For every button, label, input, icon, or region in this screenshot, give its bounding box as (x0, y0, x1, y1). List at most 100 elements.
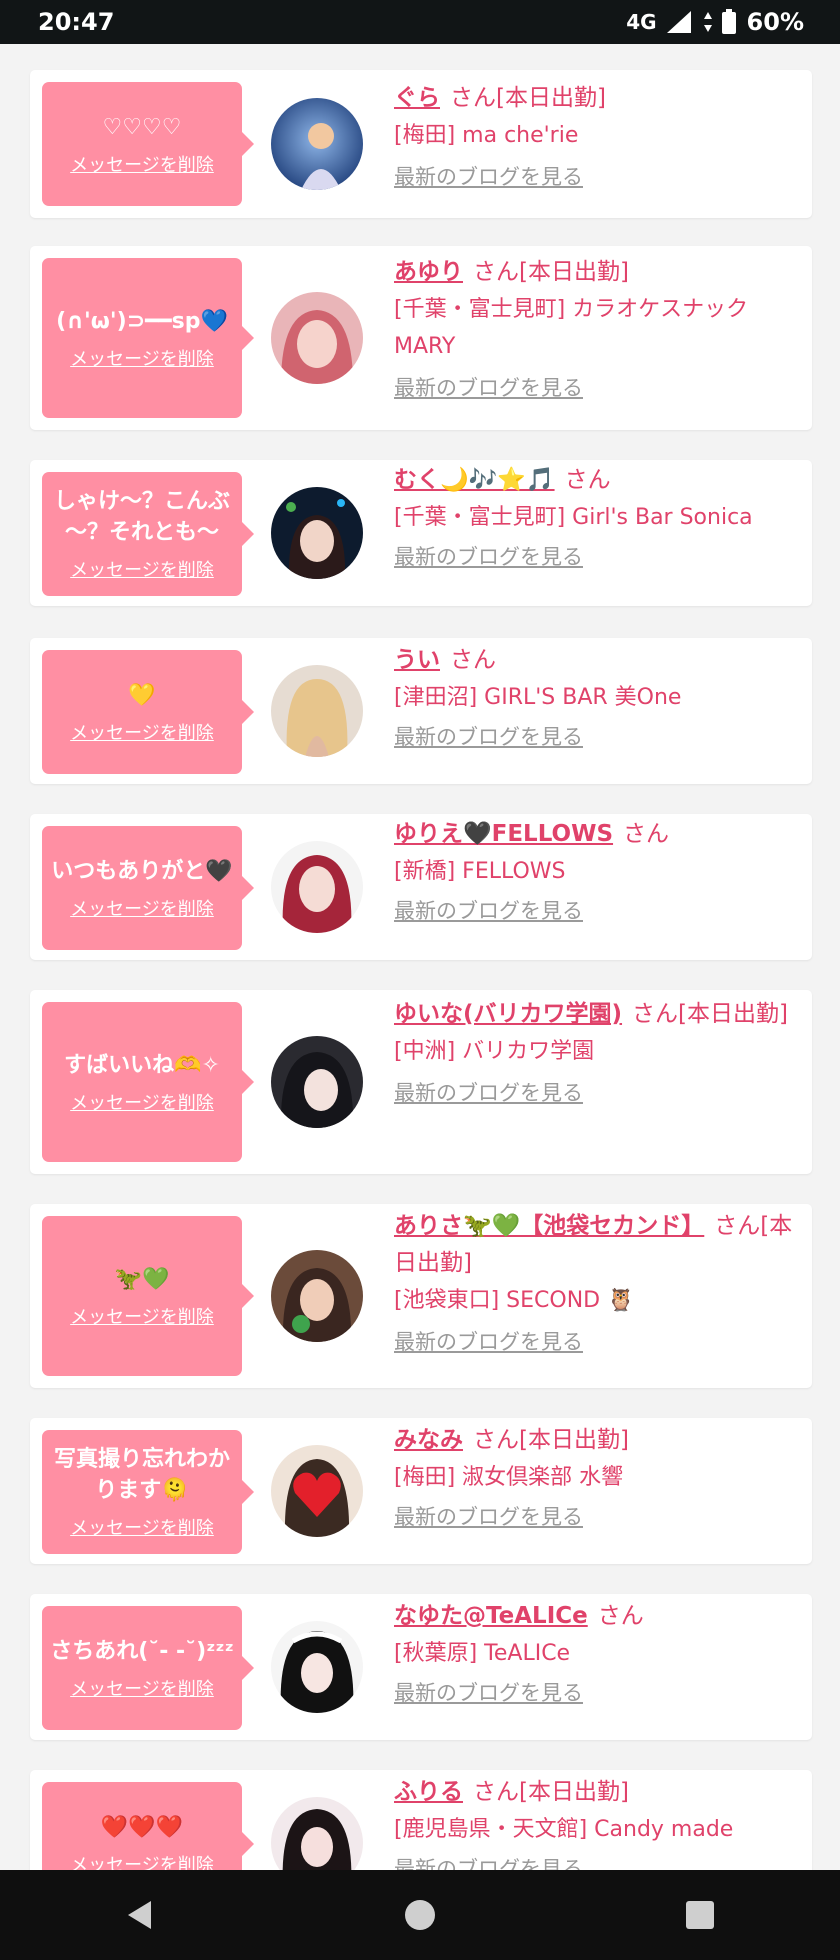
delete-message-link[interactable]: メッセージを削除 (70, 1851, 214, 1871)
cast-info: むく🌙🎶⭐🎵 さん [千葉・富士見町] Girl's Bar Sonica 最新の… (394, 462, 794, 572)
message-text: ❤️❤️❤️ (100, 1814, 184, 1840)
data-arrows-icon (703, 10, 713, 34)
cast-title: あゆり さん[本日出勤] (394, 254, 794, 291)
avatar[interactable] (271, 1250, 363, 1342)
avatar[interactable] (271, 841, 363, 933)
avatar[interactable] (271, 1621, 363, 1713)
shop-name: [新橋] FELLOWS (394, 859, 566, 884)
status-time: 20:47 (38, 8, 115, 36)
cast-name-link[interactable]: ぐら (394, 85, 440, 111)
cast-name-link[interactable]: ふりる (394, 1779, 463, 1805)
cast-title: ゆいな(バリカワ学園) さん[本日出勤] (394, 996, 794, 1033)
message-text: ♡♡♡♡ (102, 114, 182, 140)
avatar[interactable] (271, 1797, 363, 1870)
cast-title: むく🌙🎶⭐🎵 さん (394, 462, 794, 499)
message-card: しゃけ～？こんぶ～？それとも～ メッセージを削除 むく🌙🎶⭐🎵 さん [千葉・富士… (30, 460, 812, 606)
blog-link[interactable]: 最新のブログを見る (394, 896, 583, 926)
blog-link[interactable]: 最新のブログを見る (394, 1327, 583, 1357)
blog-link[interactable]: 最新のブログを見る (394, 1078, 583, 1108)
blog-link[interactable]: 最新のブログを見る (394, 1502, 583, 1532)
message-list[interactable]: ♡♡♡♡ メッセージを削除 ぐら さん[本日出勤] [梅田] ma che'rie… (0, 44, 840, 1870)
cast-name-link[interactable]: みなみ (394, 1427, 463, 1453)
cast-info: あゆり さん[本日出勤] [千葉・富士見町] カラオケスナックMARY 最新のブロ… (394, 254, 794, 403)
cast-title: うい さん (394, 642, 794, 679)
recents-icon[interactable] (683, 1898, 717, 1932)
message-card: ♡♡♡♡ メッセージを削除 ぐら さん[本日出勤] [梅田] ma che'rie… (30, 70, 812, 218)
status-bar: 20:47 4G 60% (0, 0, 840, 44)
avatar[interactable] (271, 1445, 363, 1537)
cast-title: ふりる さん[本日出勤] (394, 1774, 794, 1811)
message-card: 🦖💚 メッセージを削除 ありさ🦖💚【池袋セカンド】 さん[本日出勤] [池袋東口]… (30, 1204, 812, 1388)
cast-suffix: さん (597, 1603, 644, 1629)
cast-name-link[interactable]: あゆり (394, 259, 463, 285)
cast-name-link[interactable]: ありさ🦖💚【池袋セカンド】 (394, 1213, 704, 1239)
back-icon[interactable] (123, 1898, 157, 1932)
delete-message-link[interactable]: メッセージを削除 (70, 1089, 214, 1115)
shop-name: [千葉・富士見町] カラオケスナックMARY (394, 297, 749, 359)
message-card: さちあれ(˘- -˘)ᶻᶻᶻ メッセージを削除 なゆた@TeALICe さん [秋… (30, 1594, 812, 1740)
avatar[interactable] (271, 665, 363, 757)
blog-link[interactable]: 最新のブログを見る (394, 373, 583, 403)
message-text: すばいいね🫶✧ (64, 1052, 220, 1078)
shop-name: [津田沼] GIRL'S BAR 美One (394, 685, 682, 710)
navigation-bar (0, 1870, 840, 1960)
status-icons: 4G 60% (626, 8, 804, 36)
message-text: しゃけ～？こんぶ～？それとも～ (53, 489, 230, 545)
cast-name-link[interactable]: むく🌙🎶⭐🎵 (394, 467, 555, 493)
shop-name: [中洲] バリカワ学園 (394, 1039, 595, 1064)
delete-message-link[interactable]: メッセージを削除 (70, 1303, 214, 1329)
delete-message-link[interactable]: メッセージを削除 (70, 151, 214, 177)
home-icon[interactable] (403, 1898, 437, 1932)
battery-percent: 60% (746, 8, 804, 36)
cast-name-link[interactable]: ゆいな(バリカワ学園) (394, 1001, 622, 1027)
cast-info: みなみ さん[本日出勤] [梅田] 淑女倶楽部 水響 最新のブログを見る (394, 1422, 794, 1532)
delete-message-link[interactable]: メッセージを削除 (70, 1675, 214, 1701)
message-card: ❤️❤️❤️ メッセージを削除 ふりる さん[本日出勤] [鹿児島県・天文館] C… (30, 1770, 812, 1870)
delete-message-link[interactable]: メッセージを削除 (70, 1514, 214, 1540)
message-text: いつもありがと🖤 (51, 858, 233, 884)
shop-name: [秋葉原] TeALICe (394, 1641, 571, 1666)
shop-name: [池袋東口] SECOND 🦉 (394, 1288, 635, 1313)
message-text: 💛 (128, 682, 156, 708)
cast-name-link[interactable]: うい (394, 647, 440, 673)
blog-link[interactable]: 最新のブログを見る (394, 1854, 583, 1870)
delete-message-link[interactable]: メッセージを削除 (70, 556, 214, 582)
avatar[interactable] (271, 98, 363, 190)
blog-link[interactable]: 最新のブログを見る (394, 162, 583, 192)
delete-message-link[interactable]: メッセージを削除 (70, 719, 214, 745)
message-bubble: しゃけ～？こんぶ～？それとも～ メッセージを削除 (42, 472, 254, 596)
message-text: さちあれ(˘- -˘)ᶻᶻᶻ (50, 1638, 234, 1664)
cast-suffix: さん[本日出勤] (450, 85, 606, 111)
avatar[interactable] (271, 1036, 363, 1128)
cast-suffix: さん (623, 821, 670, 847)
cast-info: ゆいな(バリカワ学園) さん[本日出勤] [中洲] バリカワ学園 最新のブログを見… (394, 996, 794, 1108)
shop-name: [梅田] 淑女倶楽部 水響 (394, 1465, 624, 1490)
shop-name: [千葉・富士見町] Girl's Bar Sonica (394, 505, 753, 530)
cast-suffix: さん (564, 467, 611, 493)
message-card: (∩'ω')⊃━━sp💙 メッセージを削除 あゆり さん[本日出勤] [千葉・富士… (30, 246, 812, 430)
shop-name: [梅田] ma che'rie (394, 123, 579, 148)
cast-info: ゆりえ🖤FELLOWS さん [新橋] FELLOWS 最新のブログを見る (394, 816, 794, 926)
blog-link[interactable]: 最新のブログを見る (394, 722, 583, 752)
delete-message-link[interactable]: メッセージを削除 (70, 895, 214, 921)
avatar[interactable] (271, 487, 363, 579)
cast-title: ゆりえ🖤FELLOWS さん (394, 816, 794, 853)
message-bubble: いつもありがと🖤 メッセージを削除 (42, 826, 254, 950)
message-bubble: 🦖💚 メッセージを削除 (42, 1216, 254, 1376)
message-bubble: (∩'ω')⊃━━sp💙 メッセージを削除 (42, 258, 254, 418)
cast-name-link[interactable]: ゆりえ🖤FELLOWS (394, 821, 613, 847)
avatar[interactable] (271, 292, 363, 384)
cast-suffix: さん[本日出勤] (632, 1001, 788, 1027)
cast-suffix: さん (450, 647, 496, 673)
message-bubble: さちあれ(˘- -˘)ᶻᶻᶻ メッセージを削除 (42, 1606, 254, 1730)
cast-suffix: さん[本日出勤] (473, 1427, 629, 1453)
blog-link[interactable]: 最新のブログを見る (394, 1678, 583, 1708)
signal-icon (665, 9, 695, 35)
blog-link[interactable]: 最新のブログを見る (394, 542, 583, 572)
cast-title: なゆた@TeALICe さん (394, 1598, 794, 1635)
cast-name-link[interactable]: なゆた@TeALICe (394, 1603, 588, 1629)
delete-message-link[interactable]: メッセージを削除 (70, 345, 214, 371)
cast-info: うい さん [津田沼] GIRL'S BAR 美One 最新のブログを見る (394, 642, 794, 752)
cast-suffix: さん[本日出勤] (473, 259, 629, 285)
message-card: 💛 メッセージを削除 うい さん [津田沼] GIRL'S BAR 美One 最新… (30, 638, 812, 784)
